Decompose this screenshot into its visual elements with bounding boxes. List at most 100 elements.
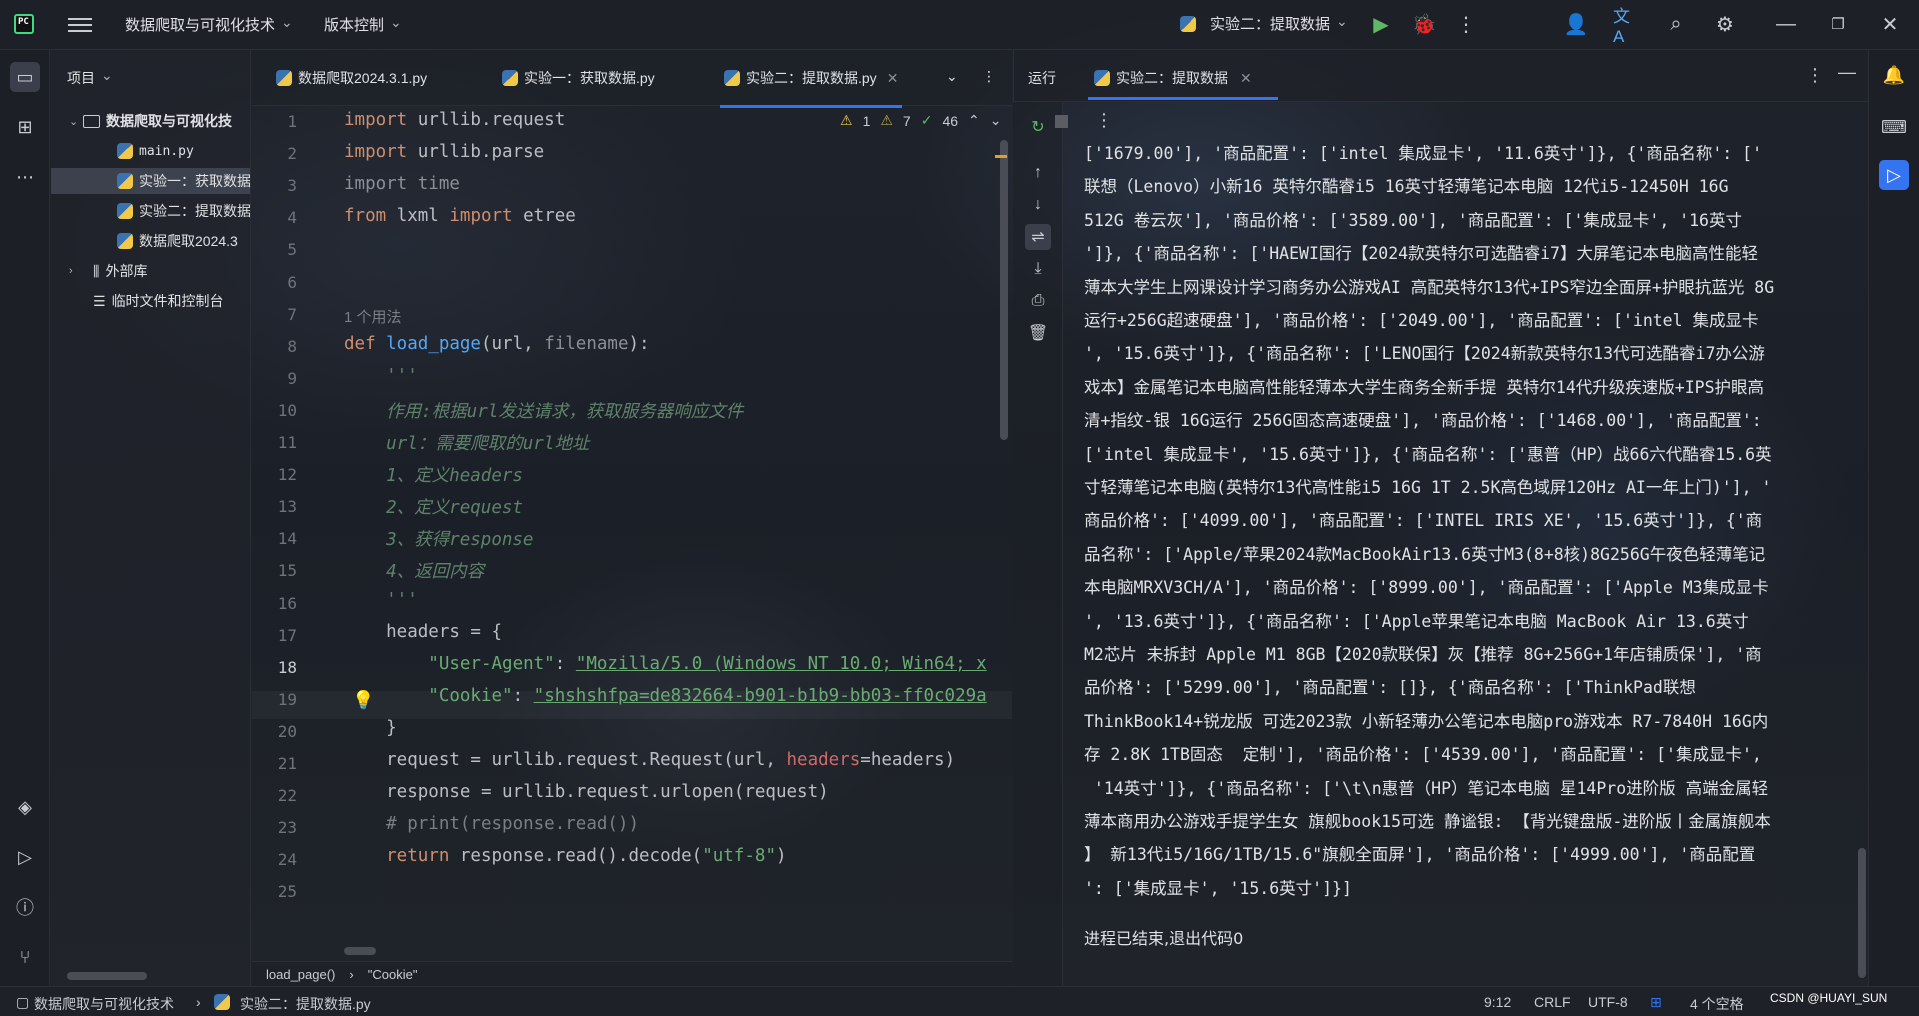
usage-hint[interactable]: 1 个用法 <box>344 306 402 327</box>
notifications-bell-icon[interactable]: 🔔 <box>1879 60 1909 90</box>
rerun-icon[interactable]: ↻ <box>1025 114 1051 140</box>
breadcrumb-function[interactable]: load_page() <box>266 967 335 982</box>
line-number: 7 <box>287 304 297 324</box>
editor-h-scrollbar[interactable] <box>344 947 376 955</box>
tree-item-label: 临时文件和控制台 <box>111 293 224 309</box>
line-number: 25 <box>277 882 297 902</box>
next-highlight-icon[interactable]: ⌄ <box>990 112 1002 129</box>
terminal-icon[interactable]: ⌨ <box>1879 112 1909 142</box>
debug-icon[interactable]: 🐞 <box>1412 12 1437 36</box>
editor-tab-bar: 数据爬取2024.3.1.py 实验一：获取数据.py 实验二：提取数据.py … <box>252 50 1012 108</box>
project-switcher[interactable]: 数据爬取与可视化技术 <box>125 14 293 35</box>
line-number: 12 <box>277 465 297 485</box>
horizontal-scrollbar[interactable] <box>67 972 147 980</box>
code-line-3: import time <box>344 174 460 194</box>
editor-scrollbar[interactable] <box>1000 140 1008 440</box>
vcs-menu[interactable]: 版本控制 <box>324 14 402 35</box>
tab-list-chevron-icon[interactable]: ⌄ <box>946 68 958 85</box>
title-bar: PC 数据爬取与可视化技术 版本控制 实验二：提取数据 ▶ 🐞 ⋮ 👤 文A ⌕… <box>0 0 1919 50</box>
line-number: 22 <box>277 786 297 806</box>
line-separator[interactable]: CRLF <box>1534 994 1571 1010</box>
code-line-10: url：需要爬取的url地址 <box>344 434 590 454</box>
layers-icon[interactable]: ◈ <box>10 792 40 822</box>
previous-highlight-icon[interactable]: ⌃ <box>968 112 980 129</box>
output-line: 寸轻薄笔记本电脑(英特尔13代高性能i5 16G 1T 2.5K高色域屏120H… <box>1084 478 1772 497</box>
restore-window-icon[interactable]: ❐ <box>1826 12 1850 36</box>
close-tab-icon[interactable]: ✕ <box>887 70 899 87</box>
tree-item-crawl[interactable]: 数据爬取2024.3 <box>51 228 250 254</box>
console-scrollbar[interactable] <box>1858 848 1866 978</box>
translate-icon[interactable]: 文A <box>1613 7 1637 46</box>
main-menu-icon[interactable] <box>68 14 92 36</box>
run-toolbar-more-icon[interactable]: ⋮ <box>1095 110 1113 131</box>
hide-panel-icon[interactable]: — <box>1838 62 1856 83</box>
clear-all-icon[interactable]: 🗑 <box>1025 320 1051 346</box>
output-line: 清+指纹-银 16G运行 256G固态高速硬盘'], '商品价格': ['146… <box>1084 411 1762 431</box>
search-icon[interactable]: ⌕ <box>1664 12 1688 36</box>
tree-item-scratches[interactable]: ☰ 临时文件和控制台 <box>51 288 250 314</box>
more-actions-icon[interactable]: ⋮ <box>1454 12 1478 36</box>
tree-item-root[interactable]: ⌄ 数据爬取与可视化技 <box>51 108 250 134</box>
add-user-icon[interactable]: 👤 <box>1564 12 1589 36</box>
status-separator-icon: › <box>196 994 201 1010</box>
run-config-selector[interactable]: 实验二：提取数据 <box>1180 13 1348 34</box>
line-number-gutter: 1 2 3 4 5 6 7 8 9 10 11 12 13 14 15 16 17 18 19 20 21 22 23 24 2… <box>252 106 332 961</box>
tab-exp2[interactable]: 实验二：提取数据.py ✕ <box>719 68 903 108</box>
services-icon[interactable]: ▷ <box>10 842 40 872</box>
status-file[interactable]: 实验二：提取数据.py <box>240 994 371 1014</box>
line-number: 4 <box>287 208 297 228</box>
tab-label: 实验二：提取数据.py <box>746 70 877 86</box>
code-line-2: import urllib.parse <box>344 142 545 162</box>
output-line: 商品价格': ['4099.00'], '商品配置': ['INTEL IRIS… <box>1084 511 1763 531</box>
tab-crawl-file[interactable]: 数据爬取2024.3.1.py <box>276 68 427 88</box>
output-line: 存 2.8K 1TB固态 定制'], '商品价格': ['4539.00'], … <box>1084 745 1762 765</box>
typo-icon: ✓ <box>920 112 933 128</box>
run-tab-title[interactable]: 运行 <box>1028 68 1056 88</box>
run-icon[interactable]: ▶ <box>1369 12 1393 36</box>
lightbulb-icon[interactable]: 💡 <box>352 690 374 711</box>
run-config-tab[interactable]: 实验二：提取数据 ✕ <box>1094 68 1252 88</box>
line-number: 3 <box>287 176 297 196</box>
stop-icon[interactable] <box>1055 115 1068 128</box>
minimize-window-icon[interactable]: — <box>1774 12 1798 36</box>
output-line: ': ['集成显卡', '15.6英寸']}] <box>1084 878 1352 898</box>
file-encoding[interactable]: UTF-8 <box>1588 994 1628 1010</box>
line-number: 11 <box>277 433 297 452</box>
tree-item-main[interactable]: main.py <box>51 138 250 164</box>
scroll-to-end-icon[interactable]: ⤓ <box>1025 256 1051 282</box>
settings-gear-icon[interactable]: ⚙ <box>1713 12 1737 36</box>
tree-item-external-libs[interactable]: › ⫼ 外部库 <box>51 258 250 284</box>
tree-item-label: 数据爬取与可视化技 <box>106 113 232 129</box>
output-line: 戏本】金属笔记本电脑高性能轻薄本大学生商务全新手提 英特尔14代升级疾速版+IP… <box>1084 377 1765 397</box>
problems-icon[interactable]: ⓘ <box>10 892 40 922</box>
close-tab-icon[interactable]: ✕ <box>1240 70 1252 87</box>
inspection-widget[interactable]: ⚠ 1 ⚠ 7 ✓ 46 ⌃ ⌄ <box>840 112 1002 129</box>
console-output[interactable]: ['1679.00'], '商品配置': ['intel 集成显卡', '11.… <box>1070 140 1850 980</box>
close-window-icon[interactable]: ✕ <box>1878 12 1902 36</box>
more-tools-icon[interactable]: ⋯ <box>10 162 40 192</box>
breadcrumb-key[interactable]: "Cookie" <box>368 967 418 982</box>
tree-item-exp1[interactable]: 实验一：获取数据 <box>51 168 250 194</box>
soft-wrap-icon[interactable]: ⇌ <box>1025 224 1051 250</box>
indent-setting[interactable]: 4 个空格 <box>1690 994 1744 1014</box>
run-tool-window-icon[interactable]: ▷ <box>1879 160 1909 190</box>
code-editor[interactable]: import urllib.request import urllib.pars… <box>344 106 1012 961</box>
tab-more-icon[interactable]: ⋮ <box>982 68 996 85</box>
print-icon[interactable]: ⎙ <box>1025 288 1051 314</box>
tab-exp1[interactable]: 实验一：获取数据.py <box>502 68 655 88</box>
git-icon[interactable]: ⑂ <box>10 942 40 972</box>
cursor-position[interactable]: 9:12 <box>1484 994 1511 1010</box>
python-file-icon <box>1094 70 1110 86</box>
line-number: 8 <box>287 336 297 356</box>
tree-item-exp2[interactable]: 实验二：提取数据 <box>51 198 250 224</box>
scroll-up-icon[interactable]: ↑ <box>1025 160 1051 186</box>
scroll-down-icon[interactable]: ↓ <box>1025 192 1051 218</box>
output-line: 联想（Lenovo）小新16 英特尔酷睿i5 16英寸轻薄笔记本电脑 12代i5… <box>1084 177 1729 197</box>
status-project[interactable]: 数据爬取与可视化技术 <box>34 994 174 1014</box>
project-folder-icon[interactable]: ▭ <box>10 62 40 92</box>
run-config-label: 实验二：提取数据 <box>1210 13 1348 34</box>
structure-icon[interactable]: ⊞ <box>10 112 40 142</box>
project-panel-title[interactable]: 项目 <box>67 68 113 88</box>
run-more-icon[interactable]: ⋮ <box>1806 65 1824 86</box>
output-line: ['intel 集成显卡', '15.6英寸']}, {'商品名称': ['惠普… <box>1084 444 1772 464</box>
